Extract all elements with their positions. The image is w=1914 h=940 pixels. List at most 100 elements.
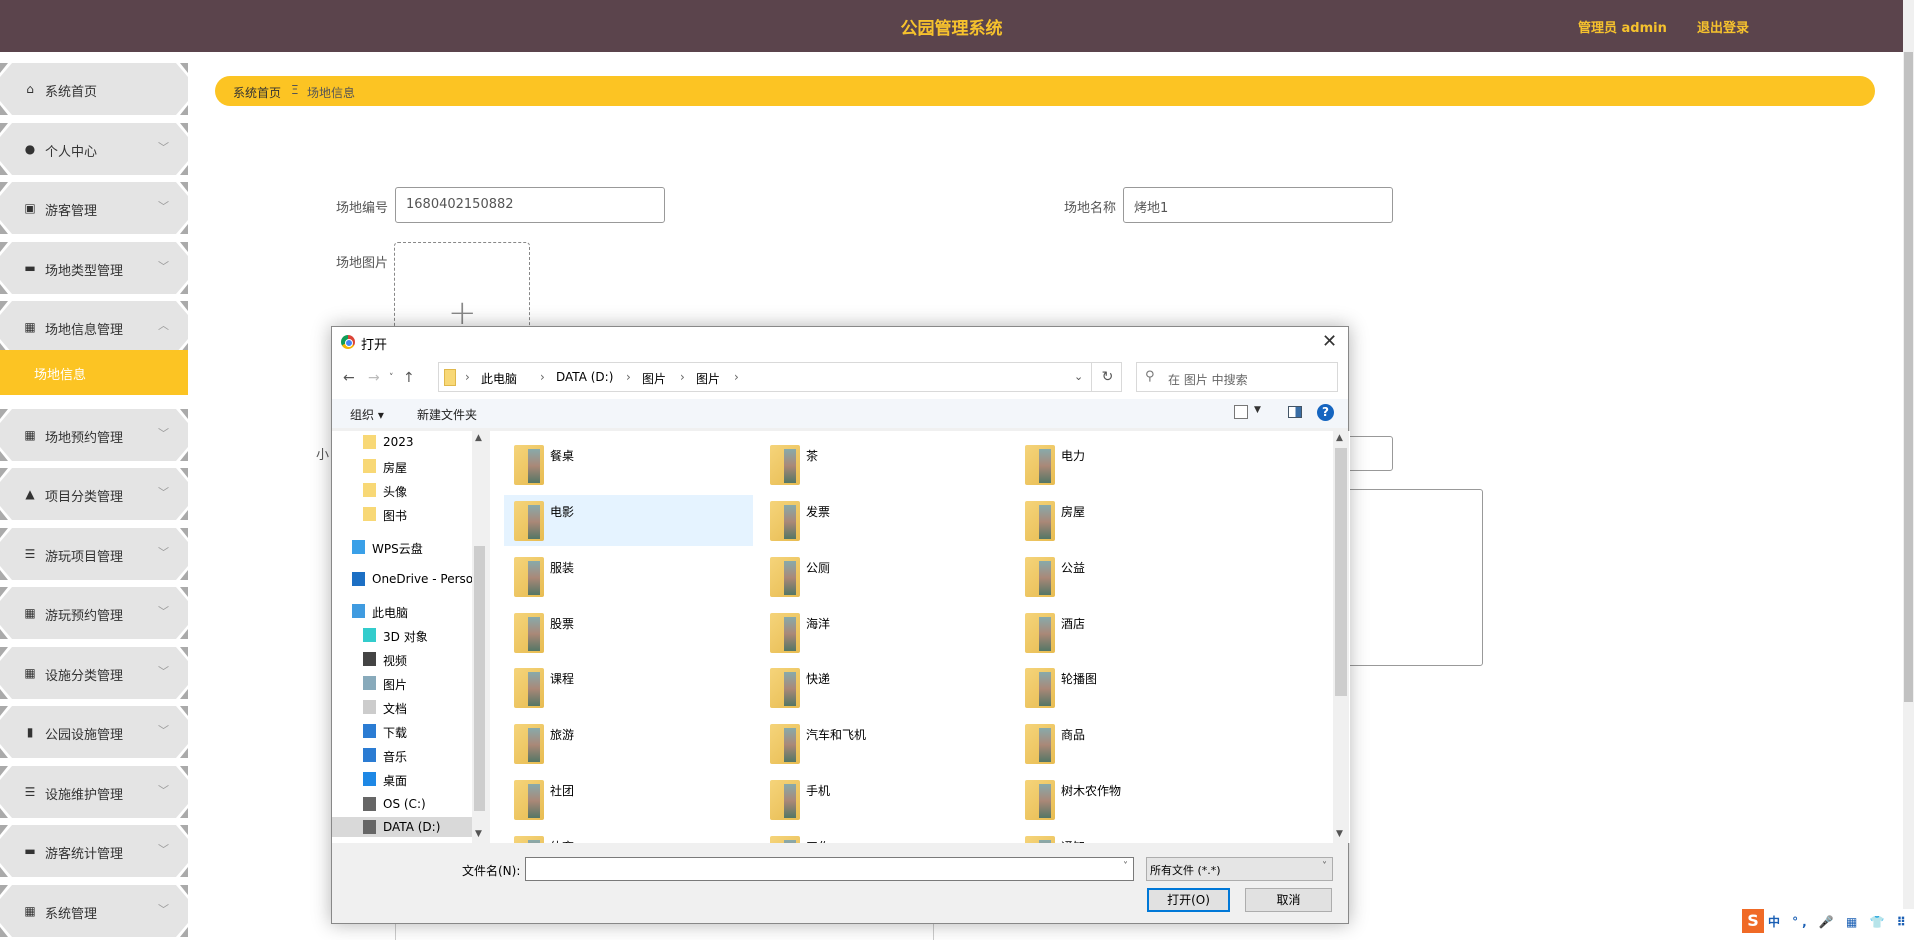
- path-segment[interactable]: 图片: [642, 370, 666, 387]
- folder-item[interactable]: 商品: [1015, 718, 1264, 769]
- nav-item[interactable]: 文档: [332, 697, 472, 717]
- sidebar-item[interactable]: ▲ 项目分类管理 ﹀: [0, 468, 188, 520]
- current-user[interactable]: 管理员 admin: [1578, 17, 1667, 36]
- search-box[interactable]: ⚲ 在 图片 中搜索: [1136, 362, 1338, 392]
- refresh-icon[interactable]: ↻: [1091, 363, 1123, 391]
- folder-item[interactable]: 社团: [504, 774, 753, 825]
- path-segment[interactable]: 此电脑: [481, 370, 517, 387]
- nav-item[interactable]: 3D 对象: [332, 625, 472, 645]
- file-list-scrollbar-thumb[interactable]: [1335, 448, 1347, 696]
- folder-item[interactable]: 股票: [504, 607, 753, 658]
- code-input[interactable]: 1680402150882: [395, 187, 665, 223]
- nav-item[interactable]: 房屋: [332, 456, 472, 476]
- folder-item[interactable]: 公厕: [760, 551, 1009, 602]
- path-separator-icon[interactable]: ›: [540, 370, 545, 384]
- sidebar-item[interactable]: ▣ 游客管理 ﹀: [0, 182, 188, 234]
- help-icon[interactable]: ?: [1317, 404, 1334, 421]
- folder-item[interactable]: 海洋: [760, 607, 1009, 658]
- nav-item[interactable]: 此电脑: [332, 601, 472, 621]
- path-segment[interactable]: DATA (D:): [556, 370, 613, 384]
- sidebar-item[interactable]: ▬ 场地类型管理 ﹀: [0, 242, 188, 294]
- path-separator-icon[interactable]: ›: [465, 370, 470, 384]
- folder-item[interactable]: 电影: [504, 495, 753, 546]
- file-list-scrollbar[interactable]: ▲ ▼: [1333, 431, 1349, 843]
- path-segment[interactable]: 图片: [696, 370, 720, 387]
- folder-item[interactable]: 餐桌: [504, 439, 753, 490]
- folder-item[interactable]: 酒店: [1015, 607, 1264, 658]
- folder-item[interactable]: 服装: [504, 551, 753, 602]
- ime-tray[interactable]: 中 °, 🎤 ▦ 👕 ⠿: [1768, 913, 1910, 930]
- folder-item[interactable]: 电力: [1015, 439, 1264, 490]
- sidebar-item[interactable]: ⌂ 系统首页: [0, 63, 188, 115]
- nav-item[interactable]: OneDrive - Personal: [332, 569, 472, 589]
- sidebar-item[interactable]: ● 个人中心 ﹀: [0, 123, 188, 175]
- address-bar[interactable]: ⌄ ↻ › 此电脑 › DATA (D:) › 图片 › 图片 ›: [438, 362, 1122, 392]
- folder-item[interactable]: 汽车和飞机: [760, 718, 1009, 769]
- open-button[interactable]: 打开(O): [1147, 888, 1230, 912]
- nav-item[interactable]: 头像: [332, 480, 472, 500]
- folder-item[interactable]: 房屋: [1015, 495, 1264, 546]
- nav-item[interactable]: 下载: [332, 721, 472, 741]
- folder-item[interactable]: 茶: [760, 439, 1009, 490]
- sidebar-subitem-venue-info[interactable]: 场地信息: [0, 350, 188, 395]
- scroll-down-icon[interactable]: ▼: [1336, 829, 1343, 839]
- sidebar-item[interactable]: ▦ 场地信息管理 ︿: [0, 301, 188, 353]
- folder-item[interactable]: 树木农作物: [1015, 774, 1264, 825]
- scroll-up-icon[interactable]: ▲: [475, 433, 482, 443]
- chevron-down-icon[interactable]: ⌄: [1074, 370, 1083, 383]
- nav-scrollbar[interactable]: ▲ ▼: [472, 431, 487, 843]
- folder-item[interactable]: 工作: [760, 830, 1009, 843]
- nav-item[interactable]: 音乐: [332, 745, 472, 765]
- folder-item[interactable]: 快递: [760, 662, 1009, 713]
- folder-item[interactable]: 手机: [760, 774, 1009, 825]
- nav-item[interactable]: WPS云盘: [332, 537, 472, 557]
- breadcrumb-home[interactable]: 系统首页: [233, 84, 281, 101]
- sidebar-item[interactable]: ▦ 设施分类管理 ﹀: [0, 647, 188, 699]
- recent-dropdown-icon[interactable]: ˅: [389, 373, 394, 383]
- path-separator-icon[interactable]: ›: [626, 370, 631, 384]
- nav-scrollbar-thumb[interactable]: [474, 546, 485, 811]
- folder-item[interactable]: 轮播图: [1015, 662, 1264, 713]
- back-arrow-icon[interactable]: ←: [343, 370, 355, 386]
- name-input[interactable]: 烤地1: [1123, 187, 1393, 223]
- organize-button[interactable]: 组织 ▾: [350, 406, 384, 423]
- sidebar-item[interactable]: ☰ 游玩项目管理 ﹀: [0, 528, 188, 580]
- sidebar-item[interactable]: ▦ 场地预约管理 ﹀: [0, 409, 188, 461]
- sidebar-item[interactable]: ▦ 游玩预约管理 ﹀: [0, 587, 188, 639]
- forward-arrow-icon[interactable]: →: [368, 370, 380, 386]
- path-separator-icon[interactable]: ›: [734, 370, 739, 384]
- path-separator-icon[interactable]: ›: [680, 370, 685, 384]
- nav-item[interactable]: 桌面: [332, 769, 472, 789]
- nav-item[interactable]: 视频: [332, 649, 472, 669]
- view-dropdown-icon[interactable]: ▼: [1254, 405, 1261, 415]
- preview-pane-icon[interactable]: [1288, 406, 1302, 418]
- folder-item[interactable]: 课程: [504, 662, 753, 713]
- page-scrollbar[interactable]: [1903, 0, 1914, 934]
- nav-item[interactable]: 2023: [332, 432, 472, 452]
- scroll-down-icon[interactable]: ▼: [475, 829, 482, 839]
- sidebar-item[interactable]: ▮ 公园设施管理 ﹀: [0, 706, 188, 758]
- file-type-select[interactable]: 所有文件 (*.*) ˅: [1146, 857, 1333, 881]
- scroll-up-icon[interactable]: ▲: [1336, 433, 1343, 443]
- folder-item[interactable]: 发票: [760, 495, 1009, 546]
- cancel-button[interactable]: 取消: [1245, 888, 1332, 912]
- nav-item[interactable]: OS (C:): [332, 794, 472, 814]
- new-folder-button[interactable]: 新建文件夹: [417, 406, 477, 423]
- up-arrow-icon[interactable]: ↑: [403, 370, 415, 386]
- sidebar-item[interactable]: ▦ 系统管理 ﹀: [0, 885, 188, 937]
- nav-item[interactable]: DATA (D:): [332, 817, 472, 837]
- nav-item[interactable]: 图片: [332, 673, 472, 693]
- nav-item[interactable]: 图书: [332, 504, 472, 524]
- ime-toolbar[interactable]: S 中 °, 🎤 ▦ 👕 ⠿: [1742, 909, 1914, 934]
- sidebar-item[interactable]: ☰ 设施维护管理 ﹀: [0, 766, 188, 818]
- logout-link[interactable]: 退出登录: [1697, 17, 1749, 36]
- view-options-icon[interactable]: [1234, 405, 1248, 419]
- folder-item[interactable]: 公益: [1015, 551, 1264, 602]
- chevron-down-icon[interactable]: ˅: [1123, 861, 1128, 872]
- page-scrollbar-thumb[interactable]: [1904, 52, 1913, 702]
- folder-item[interactable]: 通知: [1015, 830, 1264, 843]
- folder-item[interactable]: 体育: [504, 830, 753, 843]
- folder-item[interactable]: 旅游: [504, 718, 753, 769]
- filename-input[interactable]: ˅: [525, 857, 1134, 881]
- sidebar-item[interactable]: ▬ 游客统计管理 ﹀: [0, 825, 188, 877]
